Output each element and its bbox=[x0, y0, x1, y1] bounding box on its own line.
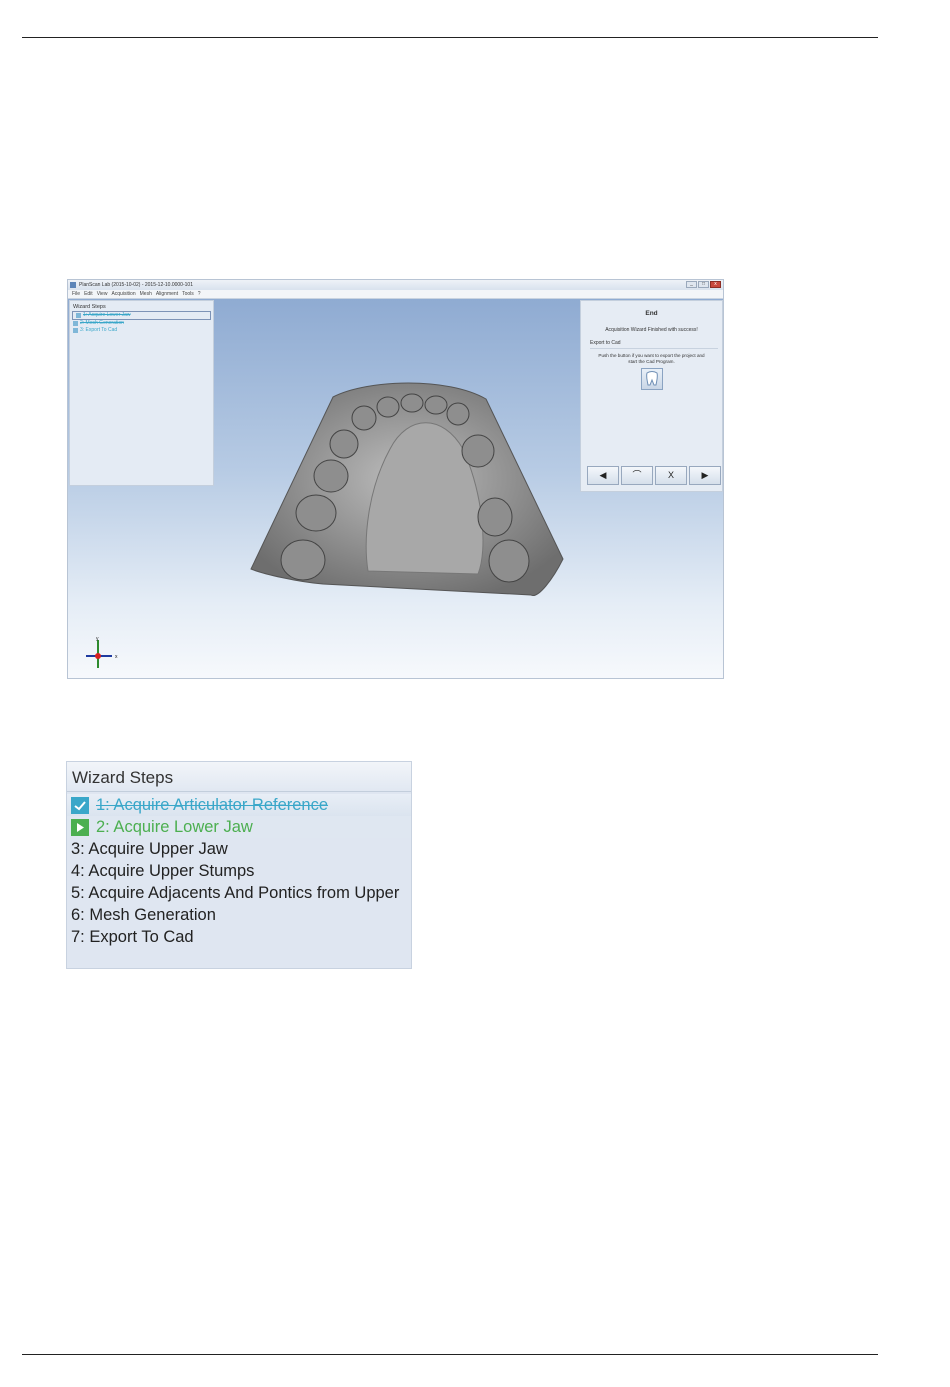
checkmark-icon bbox=[71, 796, 89, 814]
end-title: End bbox=[645, 310, 658, 317]
wizard-step-label: 4: Acquire Upper Stumps bbox=[71, 862, 255, 880]
menu-alignment[interactable]: Alignment bbox=[156, 290, 178, 298]
wizard-step-item[interactable]: 5: Acquire Adjacents And Pontics from Up… bbox=[67, 882, 411, 904]
wizard-steps-detail-panel: Wizard Steps 1: Acquire Articulator Refe… bbox=[66, 761, 412, 969]
menu-help[interactable]: ? bbox=[198, 290, 201, 298]
wizard-step-label: 7: Export To Cad bbox=[71, 928, 194, 946]
wizard-step-label: 3: Acquire Upper Jaw bbox=[71, 840, 228, 858]
wizard-step-item[interactable]: 1: Acquire Articulator Reference bbox=[67, 794, 411, 816]
menu-acquisition[interactable]: Acquisition bbox=[111, 290, 135, 298]
minimize-button[interactable]: _ bbox=[686, 281, 697, 288]
wizard-step-label: 2: Mesh Generation bbox=[80, 320, 124, 326]
wizard-step-item[interactable]: 6: Mesh Generation bbox=[67, 904, 411, 926]
maximize-button[interactable]: □ bbox=[698, 281, 709, 288]
next-button[interactable]: ▶ bbox=[689, 466, 721, 485]
tooth-icon bbox=[645, 371, 658, 386]
checkmark-icon bbox=[76, 313, 81, 318]
cancel-button[interactable]: X bbox=[655, 466, 687, 485]
header-rule bbox=[22, 37, 878, 38]
app-window: PlanScan Lab (2015-10-02) - 2015-12-10.0… bbox=[67, 279, 724, 679]
axis-gizmo-icon: y x bbox=[86, 636, 118, 668]
end-panel: End Acquisition Wizard Finished with suc… bbox=[580, 300, 723, 492]
menu-bar: File Edit View Acquisition Mesh Alignmen… bbox=[68, 290, 723, 299]
wizard-step-item[interactable]: 3: Export To Cad bbox=[70, 327, 213, 334]
axis-x-label: x bbox=[115, 654, 118, 660]
window-title: PlanScan Lab (2015-10-02) - 2015-12-10.0… bbox=[79, 282, 193, 288]
export-section-label: Export to Cad bbox=[590, 340, 718, 349]
back-button[interactable]: ◀ bbox=[587, 466, 619, 485]
footer-rule bbox=[22, 1354, 878, 1355]
menu-file[interactable]: File bbox=[72, 290, 80, 298]
wizard-step-label: 3: Export To Cad bbox=[80, 327, 118, 333]
wizard-steps-title: Wizard Steps bbox=[67, 762, 411, 792]
play-icon bbox=[71, 818, 89, 836]
wizard-step-label: 5: Acquire Adjacents And Pontics from Up… bbox=[71, 884, 400, 902]
play-icon bbox=[73, 328, 78, 333]
export-to-cad-button[interactable] bbox=[640, 368, 663, 390]
success-message: Acquisition Wizard Finished with success… bbox=[605, 327, 698, 333]
app-icon bbox=[70, 282, 76, 288]
wizard-step-label: 1: Acquire Articulator Reference bbox=[96, 796, 329, 814]
wizard-step-item[interactable]: 2: Mesh Generation bbox=[70, 320, 213, 327]
wizard-step-item[interactable]: 4: Acquire Upper Stumps bbox=[67, 860, 411, 882]
undo-button[interactable]: ⌒ bbox=[621, 466, 653, 485]
window-controls: _ □ x bbox=[686, 281, 721, 288]
wizard-step-label: 2: Acquire Lower Jaw bbox=[96, 818, 253, 836]
menu-edit[interactable]: Edit bbox=[84, 290, 93, 298]
wizard-step-label: 6: Mesh Generation bbox=[71, 906, 216, 924]
menu-tools[interactable]: Tools bbox=[182, 290, 194, 298]
checkmark-icon bbox=[73, 321, 78, 326]
export-description: Push the button if you want to export th… bbox=[598, 353, 705, 364]
wizard-steps-title: Wizard Steps bbox=[73, 304, 106, 310]
wizard-step-item[interactable]: 3: Acquire Upper Jaw bbox=[67, 838, 411, 860]
wizard-steps-list: 1: Acquire Articulator Reference 2: Acqu… bbox=[67, 792, 411, 948]
wizard-step-item[interactable]: 7: Export To Cad bbox=[67, 926, 411, 948]
menu-view[interactable]: View bbox=[97, 290, 108, 298]
menu-mesh[interactable]: Mesh bbox=[140, 290, 152, 298]
wizard-steps-panel: Wizard Steps 1: Acquire Lower Jaw 2: Mes… bbox=[69, 300, 214, 486]
wizard-nav-buttons: ◀ ⌒ X ▶ bbox=[587, 466, 721, 485]
wizard-step-item[interactable]: 1: Acquire Lower Jaw bbox=[72, 311, 211, 320]
close-button[interactable]: x bbox=[710, 281, 721, 288]
wizard-step-item[interactable]: 2: Acquire Lower Jaw bbox=[67, 816, 411, 838]
wizard-step-label: 1: Acquire Lower Jaw bbox=[83, 312, 131, 318]
